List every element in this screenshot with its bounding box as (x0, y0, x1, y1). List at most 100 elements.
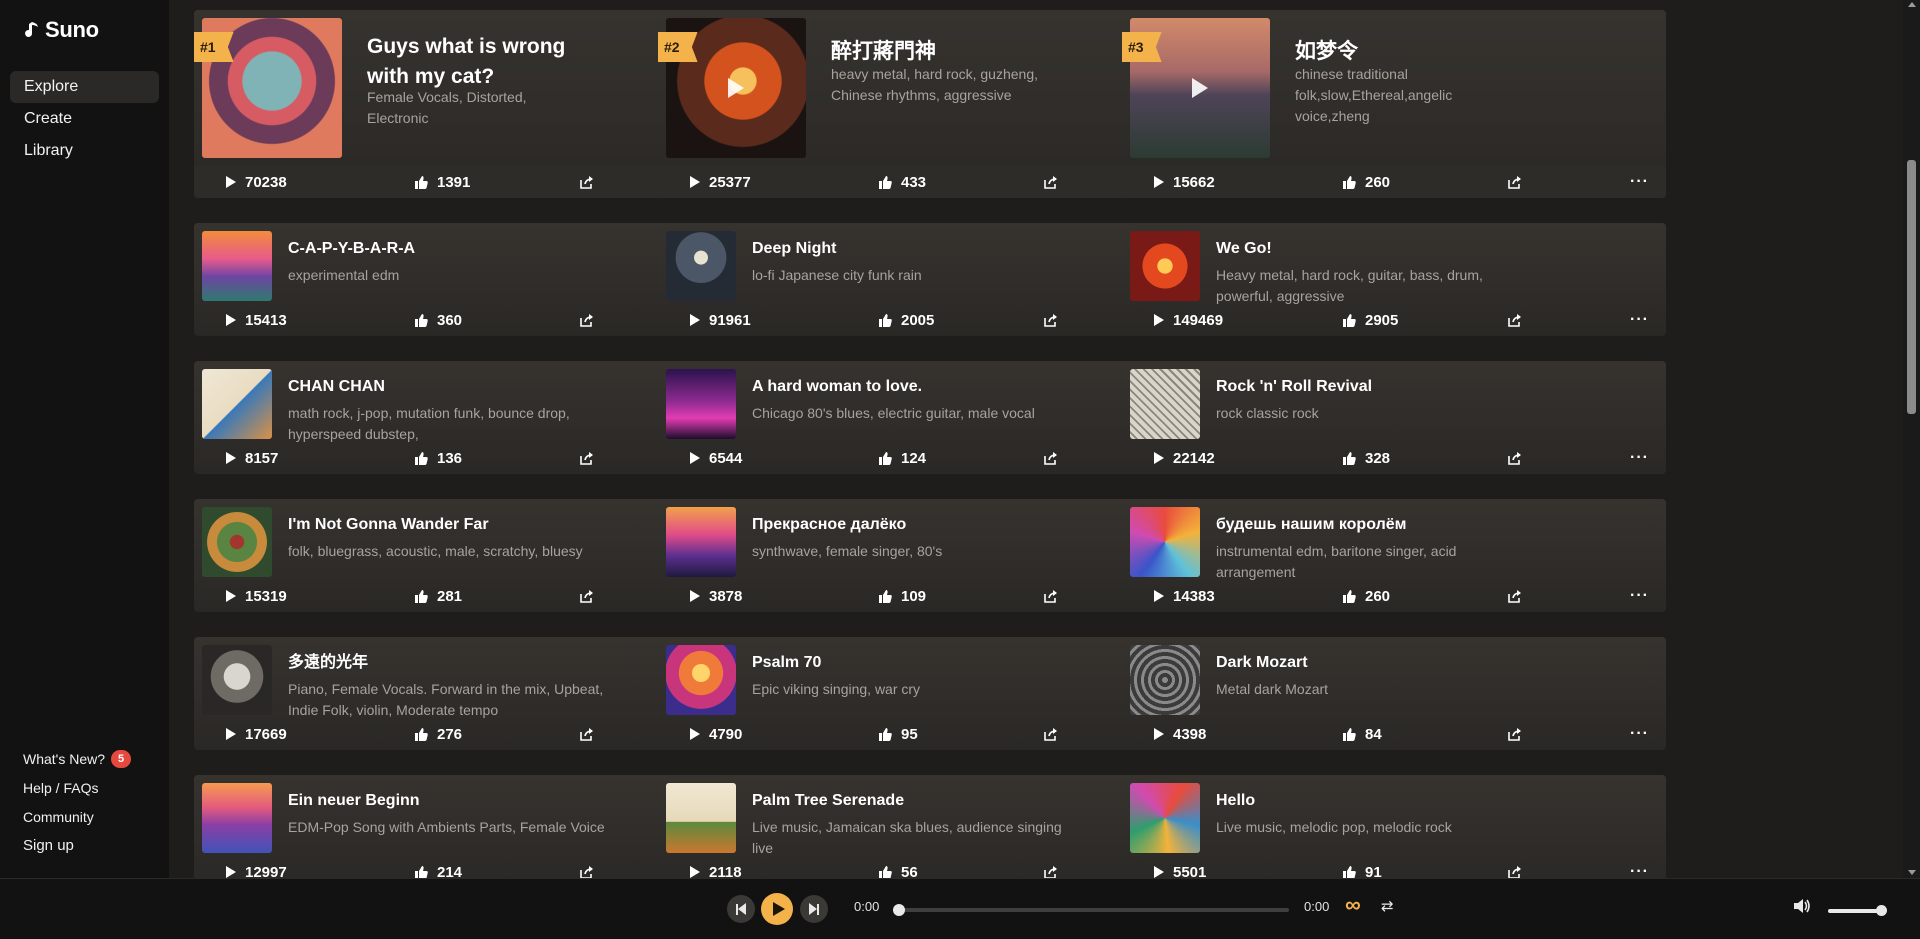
more-options-button[interactable]: ··· (1630, 304, 1649, 336)
song-card[interactable]: Deep Night lo-fi Japanese city funk rain… (658, 223, 1202, 336)
song-cover[interactable] (666, 231, 736, 301)
song-card[interactable]: будешь нашим королём instrumental edm, b… (1122, 499, 1666, 612)
nav-explore[interactable]: Explore (10, 71, 159, 103)
like-button[interactable]: 124 (879, 442, 926, 474)
like-button[interactable]: 433 (879, 166, 926, 198)
song-title[interactable]: будешь нашим королём (1216, 515, 1546, 535)
song-title[interactable]: 醉打蔣門神 (831, 37, 1051, 67)
play-count-button[interactable]: 14383 (1154, 580, 1215, 612)
share-button[interactable] (1044, 856, 1058, 878)
volume-slider[interactable] (1828, 909, 1883, 913)
share-button[interactable] (580, 442, 594, 474)
like-button[interactable]: 214 (415, 856, 462, 878)
volume-knob[interactable] (1876, 905, 1887, 916)
progress-bar[interactable] (893, 904, 1289, 916)
song-title[interactable]: Psalm 70 (752, 653, 1082, 673)
like-button[interactable]: 328 (1343, 442, 1390, 474)
play-count-button[interactable]: 17669 (226, 718, 287, 750)
more-options-button[interactable]: ··· (1630, 442, 1649, 474)
song-card[interactable]: Hello Live music, melodic pop, melodic r… (1122, 775, 1666, 878)
like-button[interactable]: 276 (415, 718, 462, 750)
song-cover[interactable] (666, 783, 736, 853)
song-card[interactable]: Ein neuer Beginn EDM-Pop Song with Ambie… (194, 775, 738, 878)
scrollbar-thumb[interactable] (1907, 160, 1916, 414)
like-button[interactable]: 95 (879, 718, 918, 750)
like-button[interactable]: 260 (1343, 580, 1390, 612)
share-button[interactable] (580, 166, 594, 198)
trending-song-card[interactable]: #3 如梦令 chinese traditional folk,slow,Eth… (1122, 10, 1666, 198)
song-cover[interactable] (666, 507, 736, 577)
play-overlay-icon[interactable] (1192, 78, 1208, 98)
song-card[interactable]: Palm Tree Serenade Live music, Jamaican … (658, 775, 1202, 878)
repeat-icon[interactable]: ⇄ (1381, 897, 1394, 915)
share-button[interactable] (1508, 856, 1522, 878)
play-count-button[interactable]: 4398 (1154, 718, 1206, 750)
share-button[interactable] (1508, 718, 1522, 750)
play-overlay-icon[interactable] (728, 78, 744, 98)
song-cover[interactable] (1130, 783, 1200, 853)
song-title[interactable]: Прекрасное далёко (752, 515, 1082, 535)
progress-knob[interactable] (893, 904, 905, 916)
play-count-button[interactable]: 12997 (226, 856, 287, 878)
song-cover[interactable] (1130, 369, 1200, 439)
play-count-button[interactable]: 15662 (1154, 166, 1215, 198)
nav-create[interactable]: Create (10, 103, 159, 135)
suno-logo[interactable]: Suno (23, 17, 99, 43)
song-cover[interactable] (202, 783, 272, 853)
song-card[interactable]: Dark Mozart Metal dark Mozart 4398 84 ··… (1122, 637, 1666, 750)
share-button[interactable] (580, 580, 594, 612)
song-cover[interactable] (666, 645, 736, 715)
more-options-button[interactable]: ··· (1630, 718, 1649, 750)
sign-up-link[interactable]: Sign up (23, 831, 131, 860)
play-count-button[interactable]: 2118 (690, 856, 742, 878)
share-button[interactable] (1044, 166, 1058, 198)
like-button[interactable]: 1391 (415, 166, 470, 198)
previous-button[interactable] (727, 895, 755, 923)
more-options-button[interactable]: ··· (1630, 580, 1649, 612)
song-cover[interactable] (666, 369, 736, 439)
song-title[interactable]: We Go! (1216, 239, 1546, 259)
trending-song-card[interactable]: #2 醉打蔣門神 heavy metal, hard rock, guzheng… (658, 10, 1202, 198)
like-button[interactable]: 109 (879, 580, 926, 612)
play-count-button[interactable]: 149469 (1154, 304, 1223, 336)
play-count-button[interactable]: 5501 (1154, 856, 1206, 878)
song-card[interactable]: Прекрасное далёко synthwave, female sing… (658, 499, 1202, 612)
song-title[interactable]: A hard woman to love. (752, 377, 1082, 397)
community-link[interactable]: Community (23, 802, 131, 831)
song-cover[interactable] (202, 645, 272, 715)
song-title[interactable]: Hello (1216, 791, 1546, 811)
share-button[interactable] (1044, 442, 1058, 474)
share-button[interactable] (1508, 442, 1522, 474)
more-options-button[interactable]: ··· (1630, 856, 1649, 878)
more-options-button[interactable]: ··· (1630, 166, 1649, 198)
play-count-button[interactable]: 91961 (690, 304, 751, 336)
like-button[interactable]: 136 (415, 442, 462, 474)
play-count-button[interactable]: 8157 (226, 442, 278, 474)
play-count-button[interactable]: 22142 (1154, 442, 1215, 474)
share-button[interactable] (1044, 718, 1058, 750)
share-button[interactable] (1508, 304, 1522, 336)
play-count-button[interactable]: 3878 (690, 580, 742, 612)
song-cover[interactable] (1130, 507, 1200, 577)
play-count-button[interactable]: 15319 (226, 580, 287, 612)
share-button[interactable] (1044, 304, 1058, 336)
play-count-button[interactable]: 6544 (690, 442, 742, 474)
like-button[interactable]: 2005 (879, 304, 934, 336)
song-card[interactable]: We Go! Heavy metal, hard rock, guitar, b… (1122, 223, 1666, 336)
scroll-down-arrow-icon[interactable] (1908, 870, 1916, 875)
share-button[interactable] (1508, 580, 1522, 612)
play-count-button[interactable]: 70238 (226, 166, 287, 198)
like-button[interactable]: 56 (879, 856, 918, 878)
like-button[interactable]: 281 (415, 580, 462, 612)
play-count-button[interactable]: 25377 (690, 166, 751, 198)
song-card[interactable]: A hard woman to love. Chicago 80's blues… (658, 361, 1202, 474)
song-card[interactable]: CHAN CHAN math rock, j-pop, mutation fun… (194, 361, 738, 474)
song-card[interactable]: Rock 'n' Roll Revival rock classic rock … (1122, 361, 1666, 474)
scrollbar[interactable] (1903, 0, 1920, 878)
like-button[interactable]: 84 (1343, 718, 1382, 750)
share-button[interactable] (580, 718, 594, 750)
song-card[interactable]: 多遠的光年 Piano, Female Vocals. Forward in t… (194, 637, 738, 750)
song-title[interactable]: Guys what is wrong with my cat? (367, 32, 587, 92)
whats-new-link[interactable]: What's New? 5 (23, 744, 132, 773)
play-button[interactable] (761, 893, 793, 925)
